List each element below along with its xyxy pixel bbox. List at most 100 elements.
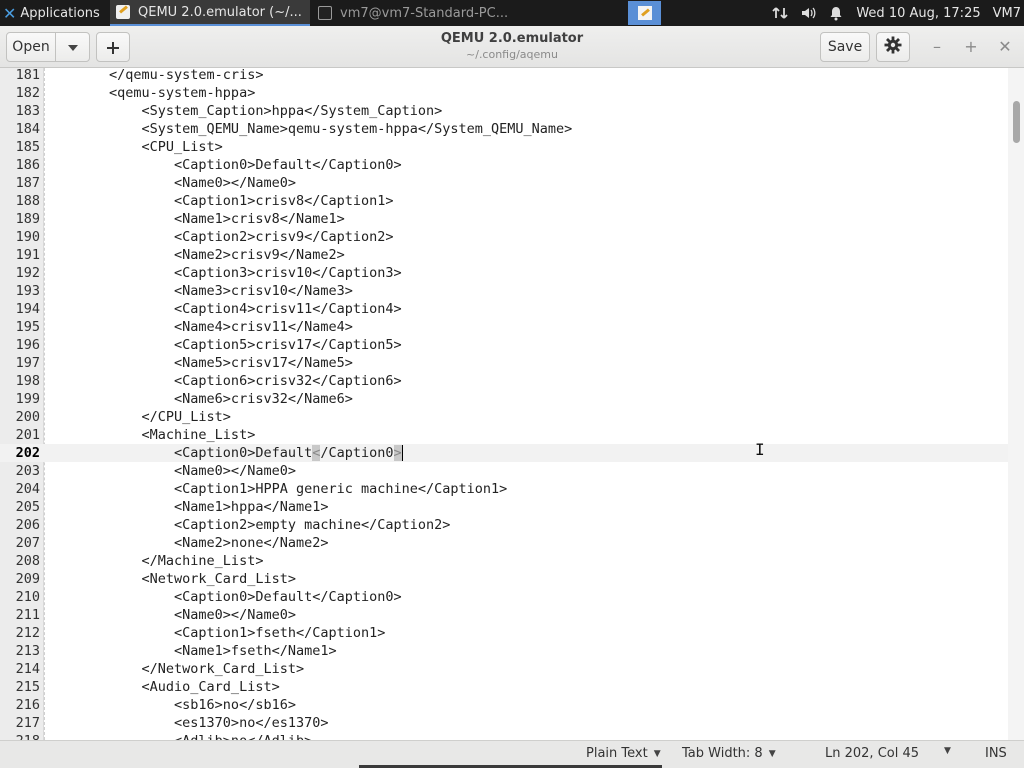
taskbar-item-editor[interactable]: QEMU 2.0.emulator (~/... xyxy=(110,0,310,26)
code-line[interactable]: 212 <Caption1>fseth</Caption1> xyxy=(0,624,1008,642)
line-text: <Caption2>crisv9</Caption2> xyxy=(44,229,394,245)
code-line[interactable]: 203 <Name0></Name0> xyxy=(0,462,1008,480)
line-text: <Caption1>fseth</Caption1> xyxy=(44,625,386,641)
editor-lines[interactable]: 181 </qemu-system-cris> 182 <qemu-system-… xyxy=(0,68,1008,740)
ibeam-cursor-icon: I xyxy=(755,440,765,459)
line-text: <Caption4>crisv11</Caption4> xyxy=(44,301,402,317)
scrollbar-thumb[interactable] xyxy=(1013,101,1020,143)
code-line[interactable]: 191 <Name2>crisv9</Name2> xyxy=(0,246,1008,264)
line-text: </CPU_List> xyxy=(44,409,231,425)
line-text: <Name4>crisv11</Name4> xyxy=(44,319,353,335)
language-label: Plain Text xyxy=(586,746,648,761)
code-line[interactable]: 217 <es1370>no</es1370> xyxy=(0,714,1008,732)
close-icon[interactable]: ✕ xyxy=(995,37,1015,57)
notes-launcher[interactable] xyxy=(628,1,661,25)
bell-icon[interactable] xyxy=(828,5,844,21)
code-line[interactable]: 215 <Audio_Card_List> xyxy=(0,678,1008,696)
text-editor-icon xyxy=(116,5,130,19)
clock[interactable]: Wed 10 Aug, 17:25 xyxy=(856,6,980,21)
code-line[interactable]: 216 <sb16>no</sb16> xyxy=(0,696,1008,714)
open-menu-button[interactable] xyxy=(55,32,90,62)
cursor-position-label: Ln 202, Col 45 xyxy=(825,746,920,761)
code-line[interactable]: 197 <Name5>crisv17</Name5> xyxy=(0,354,1008,372)
network-icon[interactable] xyxy=(772,5,788,21)
code-line[interactable]: 198 <Caption6>crisv32</Caption6> xyxy=(0,372,1008,390)
code-line[interactable]: 200 </CPU_List> xyxy=(0,408,1008,426)
insert-mode-label: INS xyxy=(985,746,1007,761)
code-line[interactable]: 189 <Name1>crisv8</Name1> xyxy=(0,210,1008,228)
line-number: 189 xyxy=(15,211,40,227)
plus-icon xyxy=(107,35,119,59)
vertical-scrollbar[interactable] xyxy=(1008,68,1024,740)
code-line[interactable]: 196 <Caption5>crisv17</Caption5> xyxy=(0,336,1008,354)
code-line[interactable]: 207 <Name2>none</Name2> xyxy=(0,534,1008,552)
line-number: 186 xyxy=(15,157,40,173)
cursor-position-menu[interactable]: ▼ xyxy=(944,746,951,756)
line-text-segment: /Caption0 xyxy=(320,445,394,461)
line-text: <es1370>no</es1370> xyxy=(44,715,329,731)
line-number: 211 xyxy=(15,607,40,623)
line-text-segment: <Caption0>Default xyxy=(44,445,313,461)
code-line[interactable]: 182 <qemu-system-hppa> xyxy=(0,84,1008,102)
insert-mode-indicator[interactable]: INS xyxy=(985,746,1007,761)
line-text: </Network_Card_List> xyxy=(44,661,305,677)
taskbar-item-terminal[interactable]: vm7@vm7-Standard-PC... xyxy=(312,0,512,26)
line-text: <Name3>crisv10</Name3> xyxy=(44,283,353,299)
save-button[interactable]: Save xyxy=(820,32,870,62)
line-text: <Caption3>crisv10</Caption3> xyxy=(44,265,402,281)
line-number: 209 xyxy=(15,571,40,587)
cursor-position[interactable]: Ln 202, Col 45 xyxy=(825,746,919,761)
line-number: 208 xyxy=(15,553,40,569)
line-number: 188 xyxy=(15,193,40,209)
code-line[interactable]: 188 <Caption1>crisv8</Caption1> xyxy=(0,192,1008,210)
line-number: 205 xyxy=(15,499,40,515)
code-line[interactable]: 204 <Caption1>HPPA generic machine</Capt… xyxy=(0,480,1008,498)
code-line[interactable]: 218 <Adlib>no</Adlib> xyxy=(0,732,1008,740)
code-line[interactable]: 195 <Name4>crisv11</Name4> xyxy=(0,318,1008,336)
code-line[interactable]: 210 <Caption0>Default</Caption0> xyxy=(0,588,1008,606)
code-line[interactable]: 205 <Name1>hppa</Name1> xyxy=(0,498,1008,516)
minimize-icon[interactable]: – xyxy=(927,37,947,57)
top-panel: ✕ Applications QEMU 2.0.emulator (~/... … xyxy=(0,0,1024,26)
applications-menu[interactable]: ✕ Applications xyxy=(0,0,110,26)
code-line[interactable]: 193 <Name3>crisv10</Name3> xyxy=(0,282,1008,300)
chevron-down-icon: ▼ xyxy=(653,748,661,759)
code-line[interactable]: 181 </qemu-system-cris> xyxy=(0,68,1008,84)
code-line[interactable]: 184 <System_QEMU_Name>qemu-system-hppa</… xyxy=(0,120,1008,138)
code-line[interactable]: 190 <Caption2>crisv9</Caption2> xyxy=(0,228,1008,246)
line-text: <Caption5>crisv17</Caption5> xyxy=(44,337,402,353)
line-text: <Caption1>HPPA generic machine</Caption1… xyxy=(44,481,508,497)
settings-button[interactable] xyxy=(876,32,910,62)
code-line[interactable]: 214 </Network_Card_List> xyxy=(0,660,1008,678)
code-line[interactable]: 209 <Network_Card_List> xyxy=(0,570,1008,588)
code-line[interactable]: 201 <Machine_List> xyxy=(0,426,1008,444)
code-line[interactable]: 187 <Name0></Name0> xyxy=(0,174,1008,192)
code-line[interactable]: 192 <Caption3>crisv10</Caption3> xyxy=(0,264,1008,282)
code-line[interactable]: 186 <Caption0>Default</Caption0> xyxy=(0,156,1008,174)
user-menu[interactable]: VM7 xyxy=(993,6,1021,21)
terminal-icon xyxy=(318,6,332,20)
code-line[interactable]: 199 <Name6>crisv32</Name6> xyxy=(0,390,1008,408)
line-number: 184 xyxy=(15,121,40,137)
code-line[interactable]: 213 <Name1>fseth</Name1> xyxy=(0,642,1008,660)
taskbar-item-editor-label: QEMU 2.0.emulator (~/... xyxy=(138,4,302,20)
line-text: <Name0></Name0> xyxy=(44,175,296,191)
volume-icon[interactable] xyxy=(800,5,816,21)
language-selector[interactable]: Plain Text ▼ xyxy=(586,746,661,761)
open-button[interactable]: Open xyxy=(6,32,56,62)
code-line[interactable]: 185 <CPU_List> xyxy=(0,138,1008,156)
line-number: 214 xyxy=(15,661,40,677)
tab-width-selector[interactable]: Tab Width: 8 ▼ xyxy=(682,746,776,761)
line-number: 187 xyxy=(15,175,40,191)
code-line[interactable]: 206 <Caption2>empty machine</Caption2> xyxy=(0,516,1008,534)
text-editor[interactable]: 181 </qemu-system-cris> 182 <qemu-system-… xyxy=(0,68,1024,740)
notes-icon xyxy=(637,6,652,20)
code-line[interactable]: 208 </Machine_List> xyxy=(0,552,1008,570)
code-line[interactable]: 194 <Caption4>crisv11</Caption4> xyxy=(0,300,1008,318)
new-document-button[interactable] xyxy=(96,32,130,62)
code-line[interactable]: 211 <Name0></Name0> xyxy=(0,606,1008,624)
line-number: 201 xyxy=(15,427,40,443)
code-line[interactable]: 183 <System_Caption>hppa</System_Caption… xyxy=(0,102,1008,120)
maximize-icon[interactable]: + xyxy=(961,37,981,57)
code-line[interactable]: 202 <Caption0>Default</Caption0> xyxy=(0,444,1008,462)
